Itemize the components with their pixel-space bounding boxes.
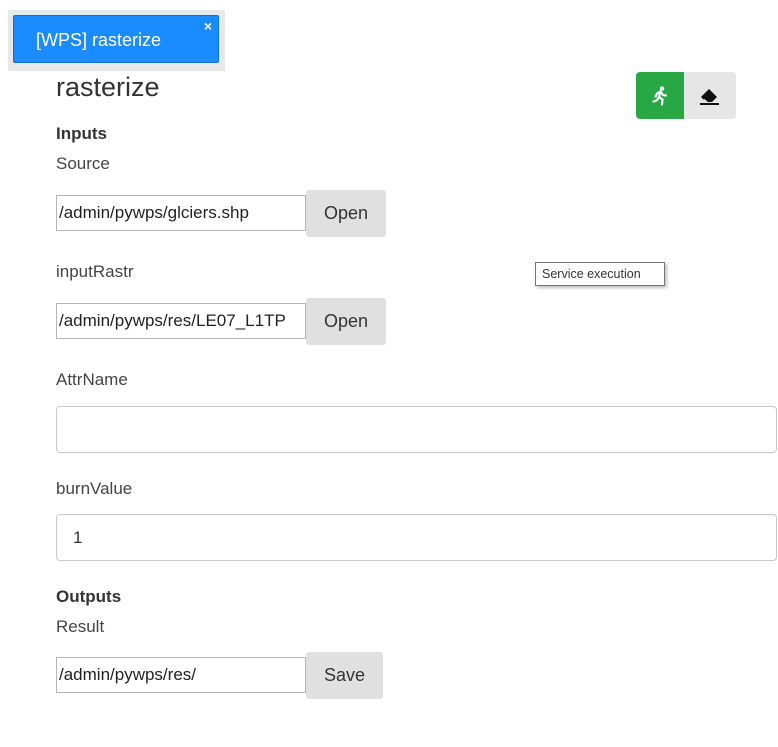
- tab-label: [WPS] rasterize: [36, 30, 162, 50]
- eraser-icon: [700, 88, 719, 105]
- close-icon[interactable]: ×: [204, 19, 212, 33]
- inputs-heading: Inputs: [56, 124, 107, 143]
- clear-form-button[interactable]: [684, 72, 736, 119]
- inputrastr-label: inputRastr: [56, 262, 134, 281]
- tab-wps-rasterize[interactable]: [WPS] rasterize ×: [13, 15, 219, 63]
- result-save-button[interactable]: Save: [306, 652, 383, 699]
- source-open-button[interactable]: Open: [306, 190, 386, 237]
- result-input[interactable]: [56, 657, 306, 693]
- source-input[interactable]: [56, 195, 306, 231]
- wps-panel: [WPS] rasterize × rasterize Service exec…: [0, 0, 778, 747]
- inputrastr-open-button[interactable]: Open: [306, 298, 386, 345]
- tab-strip: [WPS] rasterize ×: [8, 10, 225, 71]
- attrname-input[interactable]: [56, 406, 777, 453]
- outputs-heading: Outputs: [56, 587, 122, 606]
- run-service-button[interactable]: [636, 72, 684, 119]
- service-execution-tooltip: Service execution: [535, 262, 665, 286]
- running-person-icon: [652, 85, 668, 106]
- source-label: Source: [56, 154, 110, 173]
- inputrastr-input[interactable]: [56, 303, 306, 339]
- result-label: Result: [56, 617, 105, 636]
- attrname-label: AttrName: [56, 370, 128, 389]
- burnvalue-input[interactable]: [56, 514, 777, 561]
- burnvalue-label: burnValue: [56, 479, 133, 498]
- page-title: rasterize: [56, 72, 160, 102]
